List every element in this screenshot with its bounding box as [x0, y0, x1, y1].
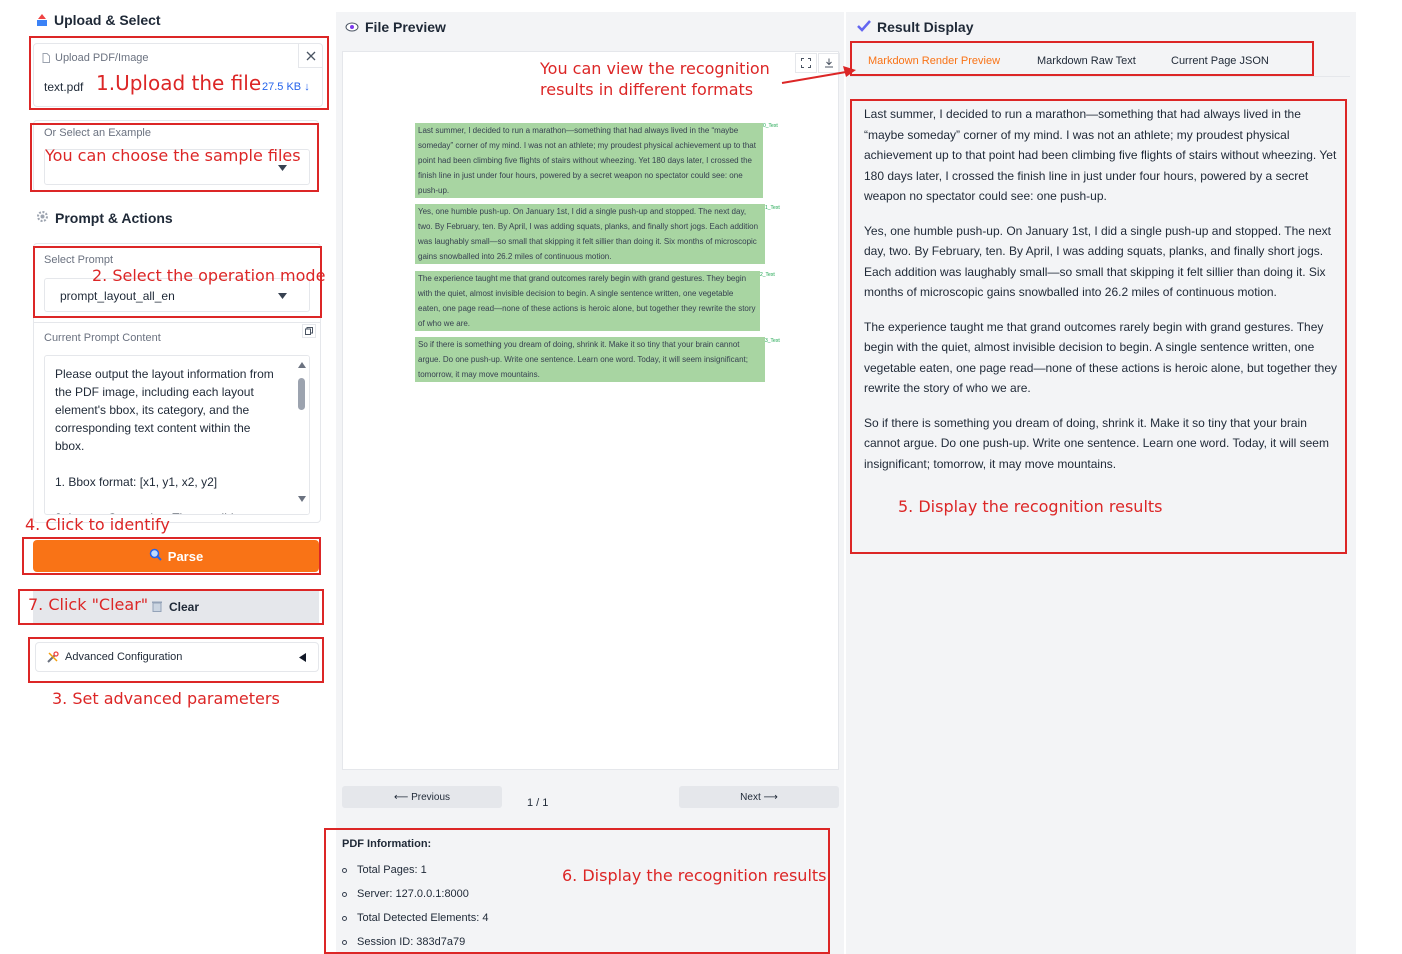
prompt-content-text: Please output the layout information fro… [55, 367, 274, 514]
upload-icon [36, 13, 48, 27]
bullet-icon [342, 939, 347, 945]
select-prompt-label: Select Prompt [44, 254, 114, 266]
doc-block-3[interactable]: So if there is something you dream of do… [415, 337, 765, 382]
next-button[interactable]: Next ⟶ [679, 786, 839, 808]
doc-block-1[interactable]: Yes, one humble push-up. On January 1st,… [415, 204, 765, 264]
annotation-advanced: 3. Set advanced parameters [52, 689, 280, 708]
doc-block-tag-2: 2_Text [760, 272, 775, 278]
close-icon[interactable] [298, 44, 322, 68]
pdf-info-text: Server: 127.0.0.1:8000 [357, 888, 469, 900]
preview-title-text: File Preview [365, 19, 446, 35]
pdf-info-text: Session ID: 383d7a79 [357, 936, 466, 948]
result-title-text: Result Display [877, 19, 974, 35]
annotation-clear: 7. Click "Clear" [28, 595, 149, 614]
prompt-section-title: Prompt & Actions [36, 210, 173, 226]
annotation-parse: 4. Click to identify [25, 515, 170, 534]
annotation-example: You can choose the sample files [45, 146, 301, 165]
doc-block-tag-1: 1_Text [765, 205, 780, 211]
doc-block-tag-0: 0_Text [763, 123, 778, 129]
previous-button[interactable]: ⟵ Previous [342, 786, 502, 808]
pdf-info-item: Server: 127.0.0.1:8000 [342, 882, 488, 906]
doc-block-0[interactable]: Last summer, I decided to run a marathon… [415, 123, 763, 198]
annotation-formats: You can view the recognition [540, 59, 770, 78]
tab-page-json[interactable]: Current Page JSON [1171, 55, 1269, 67]
copy-icon[interactable] [302, 324, 316, 338]
clear-button-label: Clear [169, 600, 200, 614]
annotation-prompt: 2. Select the operation mode [92, 266, 326, 285]
prompt-select-value: prompt_layout_all_en [60, 289, 175, 303]
result-paragraph: So if there is something you dream of do… [864, 415, 1329, 471]
preview-section-title: File Preview [345, 19, 446, 35]
search-icon [149, 548, 162, 564]
example-label: Or Select an Example [44, 127, 151, 139]
file-name[interactable]: text.pdf [44, 80, 83, 94]
scroll-thumb[interactable] [298, 378, 305, 410]
prompt-content-textarea[interactable]: Please output the layout information fro… [44, 355, 310, 515]
pdf-info-item: Total Detected Elements: 4 [342, 906, 488, 930]
trash-icon [151, 600, 163, 615]
eye-icon [345, 19, 359, 35]
pdf-info-text: Total Detected Elements: 4 [357, 912, 489, 924]
prompt-panel: Select Prompt prompt_layout_all_en Curre… [33, 243, 321, 523]
file-upload-label: Upload PDF/Image [42, 52, 149, 64]
doc-block-2[interactable]: The experience taught me that grand outc… [415, 271, 760, 331]
pdf-info-title: PDF Information: [342, 838, 432, 850]
annotation-formats-2: results in different formats [540, 80, 754, 99]
result-section-title: Result Display [857, 19, 973, 35]
pdf-info-item: Session ID: 383d7a79 [342, 930, 488, 954]
chevron-down-icon [278, 293, 287, 299]
upload-title-text: Upload & Select [54, 12, 161, 28]
parse-button-label: Parse [167, 548, 204, 564]
result-paragraph: Yes, one humble push-up. On January 1st,… [864, 223, 1331, 300]
scrollbar[interactable] [295, 356, 309, 514]
scroll-up-icon[interactable] [298, 362, 306, 368]
advanced-config-label: Advanced Configuration [65, 651, 183, 663]
doc-block-tag-3: 3_Text [765, 338, 780, 344]
tools-icon [46, 651, 59, 669]
tab-markdown-render[interactable]: Markdown Render Preview [868, 55, 1000, 67]
prompt-content-label: Current Prompt Content [44, 332, 161, 344]
pdf-info-item: Total Pages: 1 [342, 858, 488, 882]
pdf-info: PDF Information: Total Pages: 1 Server: … [342, 838, 488, 954]
gear-icon [36, 210, 49, 226]
result-content: Last summer, I decided to run a marathon… [864, 104, 1342, 488]
file-size[interactable]: 27.5 KB ↓ [262, 81, 310, 93]
bullet-icon [342, 915, 347, 921]
bullet-icon [342, 891, 347, 897]
advanced-config-accordion[interactable]: Advanced Configuration [35, 642, 319, 672]
active-tab-underline [856, 74, 1022, 76]
result-paragraph: Last summer, I decided to run a marathon… [864, 107, 1337, 203]
result-paragraph: The experience taught me that grand outc… [864, 319, 1338, 396]
preview-canvas: Last summer, I decided to run a marathon… [342, 51, 840, 770]
annotation-results: 5. Display the recognition results [898, 497, 1163, 516]
parse-button[interactable]: Parse [33, 540, 319, 572]
file-upload-label-text: Upload PDF/Image [55, 52, 149, 64]
file-icon [42, 53, 50, 63]
scroll-down-icon[interactable] [298, 496, 306, 502]
divider [34, 322, 320, 323]
prompt-title-text: Prompt & Actions [55, 210, 173, 226]
tab-markdown-raw[interactable]: Markdown Raw Text [1037, 55, 1136, 67]
upload-section-title: Upload & Select [36, 12, 161, 28]
tabs-divider [850, 76, 1350, 77]
page-indicator: 1 / 1 [527, 797, 549, 809]
bullet-icon [342, 867, 347, 873]
annotation-upload: 1.Upload the file [96, 71, 262, 95]
chevron-down-icon [278, 165, 287, 171]
annotation-pdf-info: 6. Display the recognition results [562, 866, 827, 885]
annotation-arrow [781, 66, 856, 84]
check-icon [857, 19, 871, 35]
triangle-left-icon [299, 653, 306, 662]
pdf-info-text: Total Pages: 1 [357, 864, 427, 876]
